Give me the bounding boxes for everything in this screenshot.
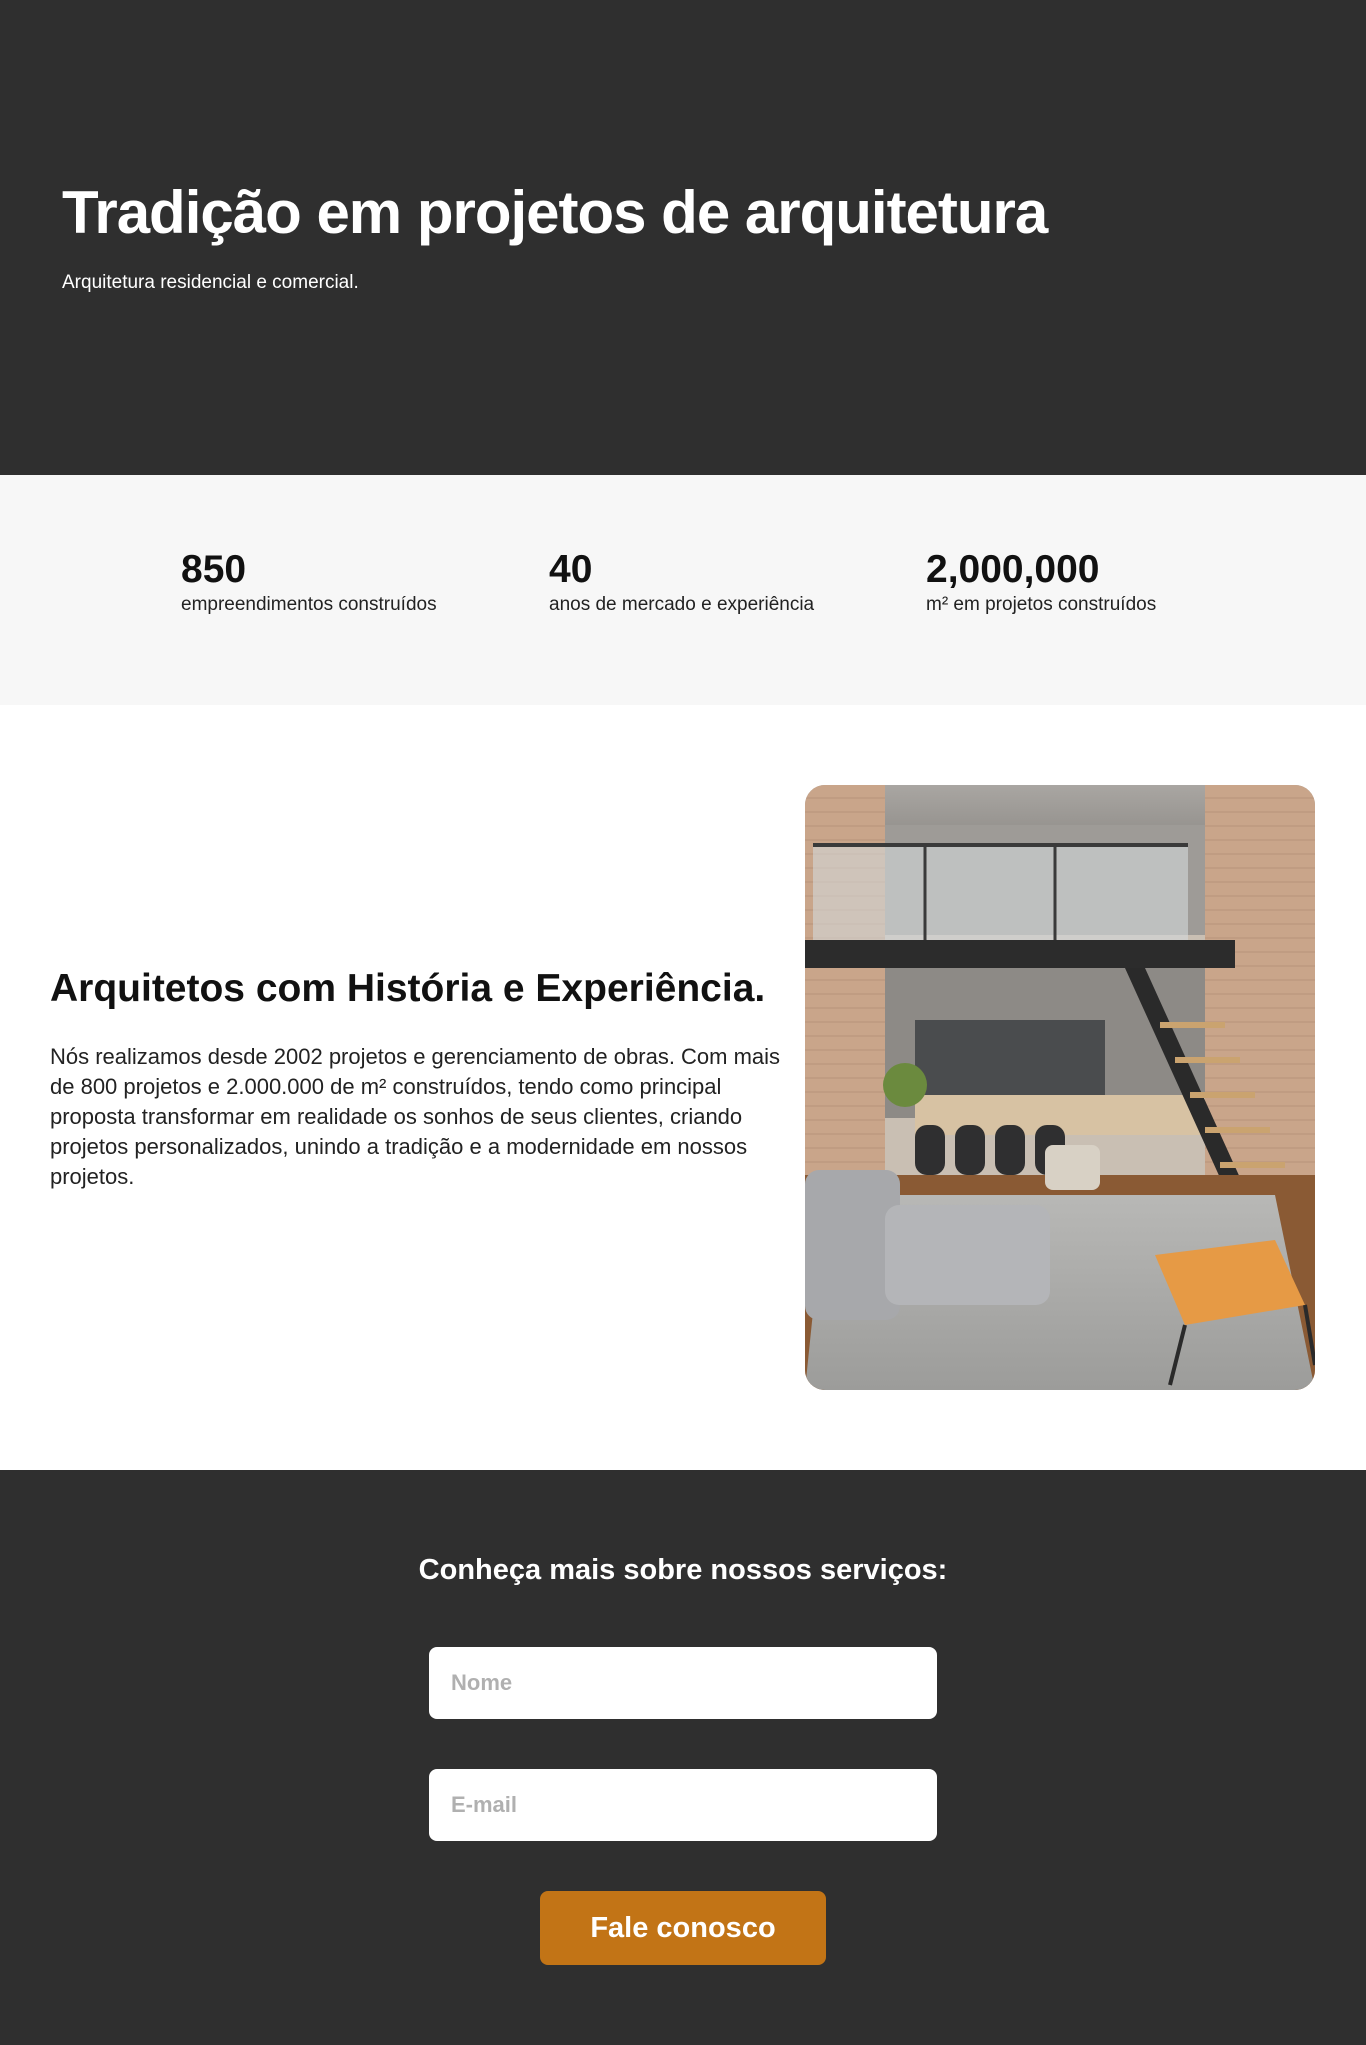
contact-button[interactable]: Fale conosco	[540, 1891, 826, 1965]
stat-label: m² em projetos construídos	[926, 594, 1157, 615]
email-field[interactable]	[429, 1769, 937, 1841]
stat-value: 850	[181, 548, 247, 591]
stat-projects: 850 empreendimentos construídos	[181, 547, 437, 617]
stat-label: empreendimentos construídos	[181, 594, 437, 615]
about-title: Arquitetos com História e Experiência.	[50, 967, 766, 1010]
name-field[interactable]	[429, 1647, 937, 1719]
about-text: Nós realizamos desde 2002 projetos e ger…	[50, 1044, 781, 1189]
contact-section: Conheça mais sobre nossos serviços: Fale…	[0, 1470, 1366, 2045]
contact-title: Conheça mais sobre nossos serviços:	[418, 1554, 948, 1586]
stat-years: 40 anos de mercado e experiência	[549, 547, 814, 617]
about-section: Arquitetos com História e Experiência. N…	[0, 705, 1366, 1470]
hero-title: Tradição em projetos de arquitetura	[62, 179, 1048, 246]
stat-value: 2,000,000	[926, 548, 1100, 591]
hero-section: Tradição em projetos de arquitetura Arqu…	[0, 0, 1366, 475]
stats-section: 850 empreendimentos construídos 40 anos …	[0, 475, 1366, 705]
hero-subtitle: Arquitetura residencial e comercial.	[62, 272, 359, 293]
stat-label: anos de mercado e experiência	[549, 594, 815, 615]
stat-area: 2,000,000 m² em projetos construídos	[926, 547, 1156, 617]
stat-value: 40	[549, 548, 593, 591]
loft-interior-photo	[805, 785, 1315, 1390]
